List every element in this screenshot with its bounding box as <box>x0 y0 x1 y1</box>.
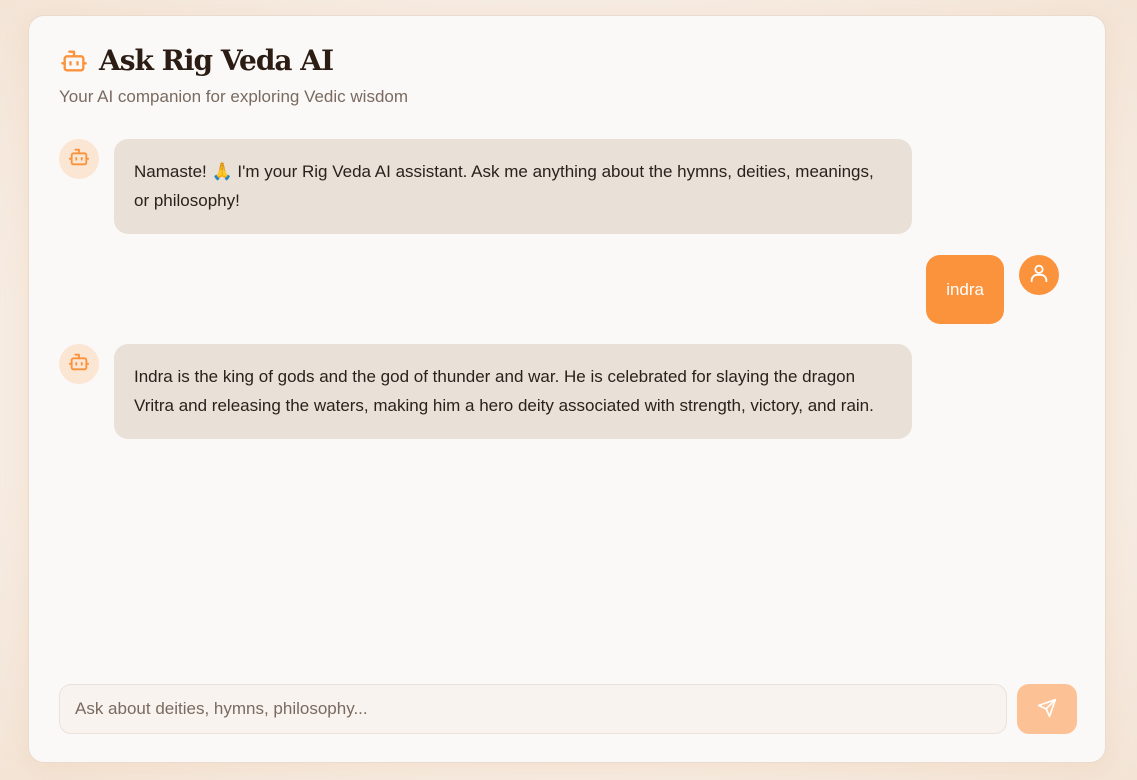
composer <box>59 684 1077 734</box>
send-button[interactable] <box>1017 684 1077 734</box>
bot-icon <box>68 351 90 378</box>
bot-message-bubble: Indra is the king of gods and the god of… <box>114 344 912 439</box>
user-icon <box>1028 262 1050 289</box>
page-subtitle: Your AI companion for exploring Vedic wi… <box>59 87 409 106</box>
send-icon <box>1037 698 1057 721</box>
chat-input[interactable] <box>59 684 1007 734</box>
chat-header: Ask Rig Veda AI Your AI companion for ex… <box>59 44 408 107</box>
user-message-bubble: indra <box>926 255 1004 324</box>
bot-icon <box>68 146 90 173</box>
bot-avatar <box>59 139 99 179</box>
bot-message: Indra is the king of gods and the god of… <box>59 344 912 439</box>
bot-message-bubble: Namaste! 🙏 I'm your Rig Veda AI assistan… <box>114 139 912 234</box>
user-message: indra <box>926 255 1059 324</box>
bot-avatar <box>59 344 99 384</box>
bot-icon <box>59 46 89 76</box>
title-row: Ask Rig Veda AI <box>59 44 408 77</box>
bot-message: Namaste! 🙏 I'm your Rig Veda AI assistan… <box>59 139 912 234</box>
page-title: Ask Rig Veda AI <box>99 44 334 77</box>
chat-card: Ask Rig Veda AI Your AI companion for ex… <box>28 15 1106 763</box>
user-avatar <box>1019 255 1059 295</box>
